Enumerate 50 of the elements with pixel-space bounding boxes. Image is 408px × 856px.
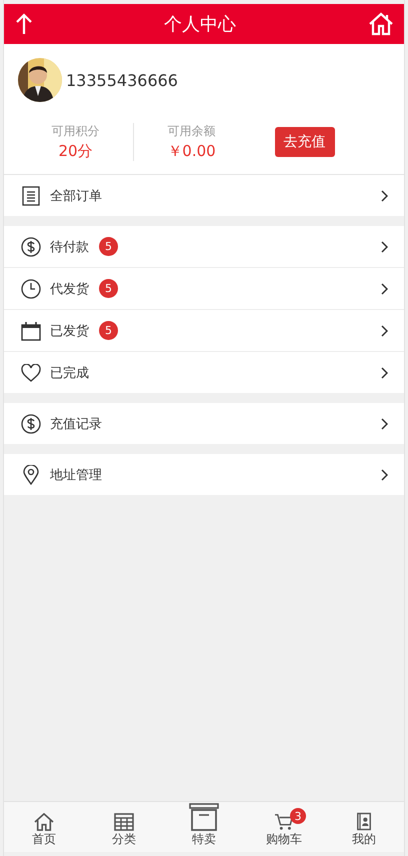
menu-row[interactable]: 已发货 5 (4, 310, 404, 352)
recharge-button[interactable]: 去充值 (274, 127, 334, 157)
tab-item[interactable]: 我的 (324, 802, 404, 852)
heart-icon (20, 364, 42, 382)
menu-label: 充值记录 (50, 416, 102, 432)
chevron-right-icon (381, 240, 388, 252)
box-icon (189, 803, 219, 831)
stat-value: ￥0.00 (167, 142, 216, 161)
clock-icon (20, 278, 42, 298)
menu-row[interactable]: 待付款 5 (4, 226, 404, 268)
dollar-icon (20, 414, 42, 434)
chevron-right-icon (381, 190, 388, 202)
count-badge: 5 (99, 279, 118, 298)
page-title: 个人中心 (164, 13, 236, 36)
chevron-right-icon (381, 468, 388, 480)
menu-row[interactable]: 地址管理 (4, 454, 404, 495)
tab-item[interactable]: 分类 (84, 802, 164, 852)
tab-item[interactable]: 特卖 (164, 802, 244, 852)
stat-value: 20分 (58, 142, 93, 161)
cart-count-badge: 3 (290, 808, 306, 824)
chevron-right-icon (381, 282, 388, 294)
stat-label: 可用余额 (168, 123, 216, 140)
grid-icon (114, 813, 134, 831)
menu-label: 已完成 (50, 364, 89, 382)
tab-item[interactable]: 首页 (4, 802, 84, 852)
menu-label: 待付款 (50, 238, 89, 256)
chevron-right-icon (381, 418, 388, 430)
menu-row[interactable]: 已完成 (4, 352, 404, 393)
home-icon[interactable] (368, 12, 394, 36)
menu-label: 全部订单 (50, 188, 102, 204)
home-icon (34, 813, 54, 831)
phone-number: 13355436666 (66, 70, 178, 90)
menu-label: 已发货 (50, 322, 89, 340)
count-badge: 5 (99, 321, 118, 340)
menu-label: 代发货 (50, 280, 89, 298)
cart-icon (273, 813, 295, 831)
menu-label: 地址管理 (50, 466, 102, 484)
menu-row[interactable]: 代发货 5 (4, 268, 404, 310)
chevron-right-icon (381, 366, 388, 378)
menu-row[interactable]: 全部订单 (4, 175, 404, 216)
chevron-right-icon (381, 324, 388, 336)
menu-row[interactable]: 充值记录 (4, 403, 404, 444)
up-arrow-icon[interactable] (16, 13, 32, 35)
contacts-book-icon (356, 812, 372, 831)
stat-label: 可用积分 (52, 123, 100, 140)
tab-item[interactable]: 购物车 3 (244, 802, 324, 852)
document-icon (20, 186, 42, 206)
count-badge: 5 (99, 237, 118, 256)
dollar-icon (20, 236, 42, 256)
calendar-icon (20, 320, 42, 340)
